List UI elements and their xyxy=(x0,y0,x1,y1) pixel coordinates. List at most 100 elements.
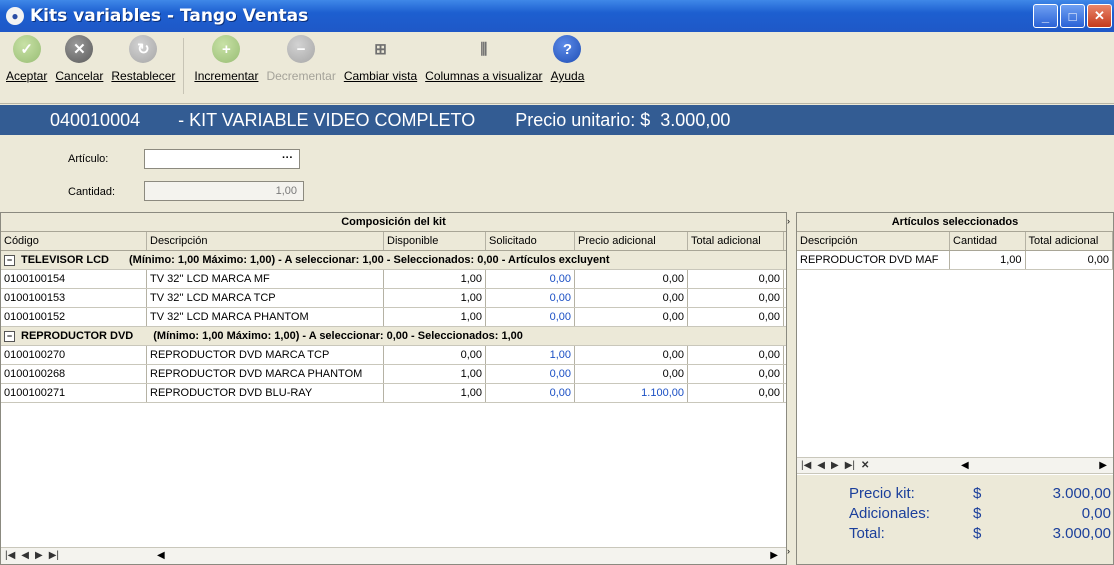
help-icon: ? xyxy=(553,35,582,63)
close-icon[interactable]: ✕ xyxy=(1087,4,1112,28)
splitter-arrow-icon[interactable]: › xyxy=(787,216,790,226)
record-navigator: |◀ ◀ ▶ ▶| xyxy=(5,550,59,561)
cell-total: 0,00 xyxy=(688,384,784,402)
cambiar-vista-button[interactable]: ⊞ Cambiar vista xyxy=(344,32,417,83)
prev-record-icon[interactable]: ◀ xyxy=(817,460,825,471)
precio-kit-value: 3.000,00 xyxy=(1052,485,1111,502)
columns-icon: ⫼ xyxy=(480,40,488,58)
cell-total: 0,00 xyxy=(688,346,784,364)
selected-articles-panel: Artículos seleccionados Descripción Cant… xyxy=(796,212,1114,565)
col-descripcion[interactable]: Descripción xyxy=(147,232,384,250)
cell-disponible: 1,00 xyxy=(384,289,486,307)
scroll-right-icon[interactable]: ▶ xyxy=(770,550,778,561)
cantidad-field[interactable]: 1,00 xyxy=(144,181,304,201)
next-record-icon[interactable]: ▶ xyxy=(831,460,839,471)
collapse-icon[interactable]: − xyxy=(4,254,15,266)
record-navigator: |◀ ◀ ▶ ▶| ✕ xyxy=(801,460,869,471)
restablecer-button[interactable]: ↻ Restablecer xyxy=(111,32,175,83)
restablecer-label: Restablecer xyxy=(111,69,176,83)
cell-codigo: 0100100271 xyxy=(1,384,147,402)
panel-splitter[interactable]: › › xyxy=(787,212,795,565)
col-disponible[interactable]: Disponible xyxy=(384,232,486,250)
collapse-icon[interactable]: − xyxy=(4,330,15,342)
cell-total: 0,00 xyxy=(688,308,784,326)
unit-price-value: 3.000,00 xyxy=(660,109,731,130)
toolbar: ✓ Aceptar ✕ Cancelar ↻ Restablecer + Inc… xyxy=(0,32,1114,104)
group-row-reproductor[interactable]: − REPRODUCTOR DVD (Mínimo: 1,00 Máximo: … xyxy=(1,327,786,346)
table-row[interactable]: 0100100153 TV 32'' LCD MARCA TCP 1,00 0,… xyxy=(1,289,786,308)
col-sel-total[interactable]: Total adicional xyxy=(1026,232,1113,250)
scroll-left-icon[interactable]: ◀ xyxy=(157,550,165,561)
cell-solicitado[interactable]: 0,00 xyxy=(486,365,575,383)
window-title: Kits variables - Tango Ventas xyxy=(30,6,309,26)
kit-banner: 040010004 - KIT VARIABLE VIDEO COMPLETO … xyxy=(0,105,1114,135)
cell-sel-descripcion: REPRODUCTOR DVD MAF xyxy=(797,251,951,269)
articulo-label: Artículo: xyxy=(68,153,109,165)
incrementar-button[interactable]: + Incrementar xyxy=(194,32,258,83)
cell-solicitado[interactable]: 0,00 xyxy=(486,384,575,402)
app-logo-icon: ● xyxy=(6,7,24,25)
aceptar-button[interactable]: ✓ Aceptar xyxy=(6,32,47,83)
delete-record-icon[interactable]: ✕ xyxy=(861,460,869,471)
first-record-icon[interactable]: |◀ xyxy=(801,460,811,471)
col-solicitado[interactable]: Solicitado xyxy=(486,232,575,250)
cell-solicitado[interactable]: 1,00 xyxy=(486,346,575,364)
ellipsis-icon[interactable]: ··· xyxy=(282,152,293,164)
maximize-icon[interactable]: □ xyxy=(1060,4,1085,28)
selected-header: Descripción Cantidad Total adicional xyxy=(797,232,1113,251)
composition-title: Composición del kit xyxy=(1,213,786,232)
group-row-televisor[interactable]: − TELEVISOR LCD (Mínimo: 1,00 Máximo: 1,… xyxy=(1,251,786,270)
last-record-icon[interactable]: ▶| xyxy=(845,460,855,471)
first-record-icon[interactable]: |◀ xyxy=(5,550,15,561)
cell-solicitado[interactable]: 0,00 xyxy=(486,270,575,288)
total-label: Total: xyxy=(849,525,885,542)
cell-codigo: 0100100270 xyxy=(1,346,147,364)
cell-solicitado[interactable]: 0,00 xyxy=(486,308,575,326)
table-row[interactable]: 0100100154 TV 32'' LCD MARCA MF 1,00 0,0… xyxy=(1,270,786,289)
table-row[interactable]: 0100100268 REPRODUCTOR DVD MARCA PHANTOM… xyxy=(1,365,786,384)
cell-disponible: 1,00 xyxy=(384,308,486,326)
adicionales-label: Adicionales: xyxy=(849,505,930,522)
articulo-field[interactable]: ··· xyxy=(144,149,300,169)
cell-descripcion: REPRODUCTOR DVD MARCA PHANTOM xyxy=(147,365,384,383)
scroll-left-icon[interactable]: ◀ xyxy=(961,460,969,471)
group-name: TELEVISOR LCD xyxy=(21,254,110,266)
last-record-icon[interactable]: ▶| xyxy=(49,550,59,561)
group-info: (Mínimo: 1,00 Máximo: 1,00) - A seleccio… xyxy=(129,254,610,266)
table-row[interactable]: 0100100270 REPRODUCTOR DVD MARCA TCP 0,0… xyxy=(1,346,786,365)
col-total-adicional[interactable]: Total adicional xyxy=(688,232,784,250)
col-codigo[interactable]: Código xyxy=(1,232,147,250)
table-row[interactable]: 0100100271 REPRODUCTOR DVD BLU-RAY 1,00 … xyxy=(1,384,786,403)
ayuda-button[interactable]: ? Ayuda xyxy=(551,32,584,83)
table-row[interactable]: 0100100152 TV 32'' LCD MARCA PHANTOM 1,0… xyxy=(1,308,786,327)
cell-descripcion: TV 32'' LCD MARCA TCP xyxy=(147,289,384,307)
cantidad-label: Cantidad: xyxy=(68,186,116,198)
cell-disponible: 0,00 xyxy=(384,346,486,364)
cancelar-label: Cancelar xyxy=(55,69,104,83)
minimize-icon[interactable]: _ xyxy=(1033,4,1058,28)
view-grid-icon: ⊞ xyxy=(374,41,387,58)
decrementar-button[interactable]: − Decrementar xyxy=(266,32,336,83)
cell-codigo: 0100100152 xyxy=(1,308,147,326)
selected-row[interactable]: REPRODUCTOR DVD MAF 1,00 0,00 xyxy=(797,251,1113,270)
splitter-arrow-icon[interactable]: › xyxy=(787,546,790,556)
col-precio-adicional[interactable]: Precio adicional xyxy=(575,232,688,250)
horizontal-scrollbar[interactable]: |◀ ◀ ▶ ▶| ◀ ▶ xyxy=(1,547,786,564)
scroll-right-icon[interactable]: ▶ xyxy=(1099,460,1107,471)
next-record-icon[interactable]: ▶ xyxy=(35,550,43,561)
cell-precio: 0,00 xyxy=(575,365,688,383)
cancelar-button[interactable]: ✕ Cancelar xyxy=(55,32,103,83)
cell-precio: 0,00 xyxy=(575,346,688,364)
totals-box: Precio kit: $ 3.000,00 Adicionales: $ 0,… xyxy=(797,475,1113,564)
selected-title: Artículos seleccionados xyxy=(797,213,1113,232)
cell-solicitado[interactable]: 0,00 xyxy=(486,289,575,307)
col-sel-descripcion[interactable]: Descripción xyxy=(797,232,951,250)
cell-codigo: 0100100154 xyxy=(1,270,147,288)
composition-grid[interactable]: Composición del kit Código Descripción D… xyxy=(0,212,787,565)
cell-codigo: 0100100153 xyxy=(1,289,147,307)
prev-record-icon[interactable]: ◀ xyxy=(21,550,29,561)
cell-precio: 0,00 xyxy=(575,270,688,288)
columnas-button[interactable]: ⫼ Columnas a visualizar xyxy=(425,32,542,84)
col-sel-cantidad[interactable]: Cantidad xyxy=(950,232,1026,250)
cell-descripcion: TV 32'' LCD MARCA PHANTOM xyxy=(147,308,384,326)
